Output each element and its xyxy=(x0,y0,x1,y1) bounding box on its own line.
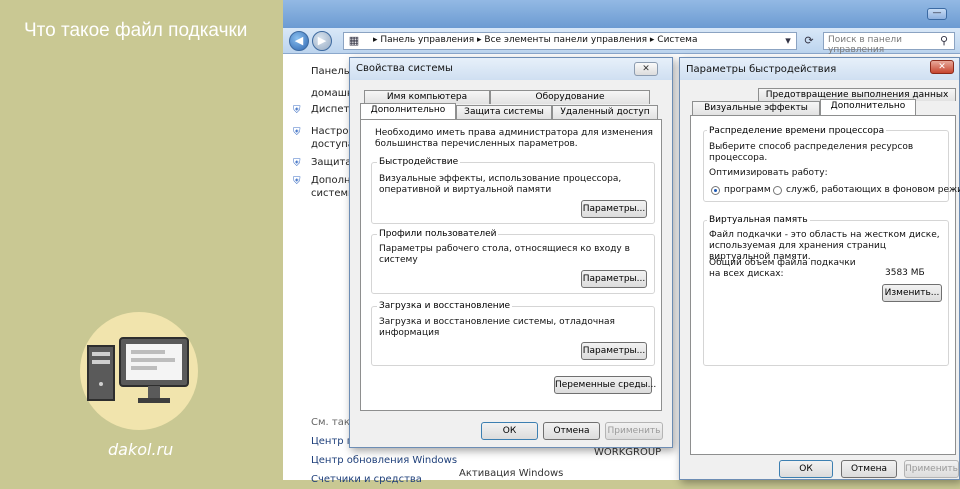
site-name[interactable]: dakol.ru xyxy=(108,440,173,459)
profiles-settings-button[interactable]: Параметры... xyxy=(581,270,647,288)
tab-hardware[interactable]: Оборудование xyxy=(490,90,650,104)
cpu-desc: Выберите способ распределения ресурсов п… xyxy=(709,142,914,163)
forward-button[interactable]: ▶ xyxy=(312,31,332,51)
vm-label: Виртуальная память xyxy=(707,215,810,225)
services-label: служб, работающих в фоновом режиме xyxy=(786,185,960,195)
footer-link[interactable]: Центр обновления Windows xyxy=(311,451,457,470)
shield-icon: ⛨ xyxy=(293,158,301,169)
workgroup-value: WORKGROUP xyxy=(594,447,662,458)
tab-advanced[interactable]: Дополнительно xyxy=(360,103,456,119)
admin-note: Необходимо иметь права администратора дл… xyxy=(375,128,653,149)
startup-desc: Загрузка и восстановление системы, отлад… xyxy=(379,317,615,338)
cancel-button[interactable]: Отмена xyxy=(543,422,600,440)
dialog-title: Свойства системы xyxy=(350,58,672,80)
breadcrumb[interactable]: ▸ Панель управления ▸ Все элементы панел… xyxy=(373,35,697,45)
activation-heading: Активация Windows xyxy=(459,468,564,479)
computer-icon xyxy=(87,337,189,403)
sidebar-item-label: доступа xyxy=(311,139,354,150)
profiles-label: Профили пользователей xyxy=(377,229,499,239)
computer-logo xyxy=(80,312,198,430)
performance-label: Быстродействие xyxy=(377,157,461,167)
tab-panel: Необходимо иметь права администратора дл… xyxy=(360,119,662,411)
optimize-label: Оптимизировать работу: xyxy=(709,168,828,178)
system-properties-dialog: Свойства системы ✕ Имя компьютера Оборуд… xyxy=(349,57,673,448)
tab-panel: Распределение времени процессора Выберит… xyxy=(690,115,960,455)
page-title: Что такое файл подкачки xyxy=(24,20,248,41)
performance-desc: Визуальные эффекты, использование процес… xyxy=(379,174,622,195)
startup-label: Загрузка и восстановление xyxy=(377,301,513,311)
close-icon[interactable]: ✕ xyxy=(634,62,658,76)
shield-icon: ⛨ xyxy=(293,127,301,138)
dialog-title: Параметры быстродействия xyxy=(680,58,959,80)
back-button[interactable]: ◀ xyxy=(289,31,309,51)
performance-settings-button[interactable]: Параметры... xyxy=(581,200,647,218)
vm-total-label: Общий объем файла подкачки на всех диска… xyxy=(709,258,856,279)
environment-variables-button[interactable]: Переменные среды... xyxy=(554,376,656,394)
programs-radio[interactable] xyxy=(711,186,720,195)
ok-button[interactable]: ОК xyxy=(481,422,538,440)
programs-label: программ xyxy=(724,185,771,195)
services-radio[interactable] xyxy=(773,186,782,195)
ok-button[interactable]: ОК xyxy=(779,460,833,478)
tab-computer-name[interactable]: Имя компьютера xyxy=(364,90,490,104)
window-titlebar xyxy=(283,0,960,28)
cpu-label: Распределение времени процессора xyxy=(707,126,887,136)
performance-options-dialog: Параметры быстродействия ✕ Предотвращени… xyxy=(679,57,960,480)
search-icon[interactable]: ⚲ xyxy=(935,32,953,50)
dropdown-arrow-icon[interactable]: ▾ xyxy=(779,32,797,50)
apply-button[interactable]: Применить xyxy=(904,460,959,478)
apply-button[interactable]: Применить xyxy=(605,422,663,440)
startup-settings-button[interactable]: Параметры... xyxy=(581,342,647,360)
vm-total-value: 3583 МБ xyxy=(885,268,925,278)
change-vm-button[interactable]: Изменить... xyxy=(882,284,942,302)
cancel-button[interactable]: Отмена xyxy=(841,460,897,478)
tab-system-protection[interactable]: Защита системы xyxy=(456,105,552,119)
refresh-icon[interactable]: ⟳ xyxy=(800,32,818,50)
shield-icon: ⛨ xyxy=(293,105,301,116)
tab-advanced[interactable]: Дополнительно xyxy=(820,99,916,115)
close-icon[interactable]: ✕ xyxy=(930,60,954,74)
shield-icon: ⛨ xyxy=(293,176,301,187)
tab-remote-access[interactable]: Удаленный доступ xyxy=(552,105,658,119)
profiles-desc: Параметры рабочего стола, относящиеся ко… xyxy=(379,244,630,265)
tab-visual-effects[interactable]: Визуальные эффекты xyxy=(692,101,820,115)
minimize-button[interactable]: — xyxy=(927,8,947,20)
control-panel-icon: ▦ xyxy=(348,34,360,47)
